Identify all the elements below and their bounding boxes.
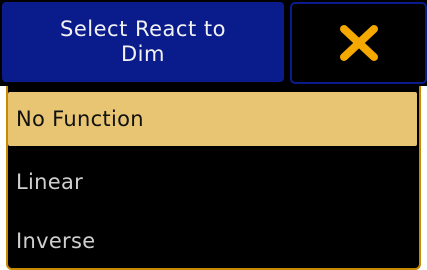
dialog-title-block: Select React to Dim [2,2,284,82]
option-no-function[interactable]: No Function [8,92,417,146]
close-button[interactable] [290,2,427,84]
option-label: No Function [16,107,144,131]
dialog-header: Select React to Dim [0,0,427,86]
option-label: Linear [16,170,84,194]
dialog-title: Select React to Dim [60,17,226,66]
option-label: Inverse [16,229,96,253]
option-inverse[interactable]: Inverse [8,214,417,268]
option-linear[interactable]: Linear [8,155,417,209]
close-x-icon [339,25,378,61]
